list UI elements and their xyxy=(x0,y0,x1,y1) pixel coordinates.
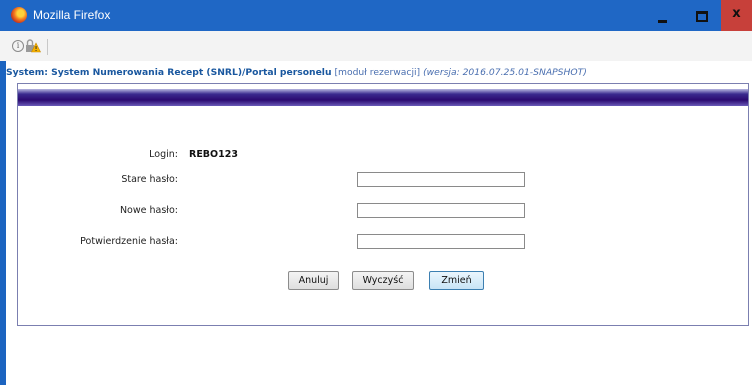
system-title: System: System Numerowania Recept (SNRL)… xyxy=(6,67,332,78)
old-password-label: Stare hasło: xyxy=(121,174,178,185)
window-title: Mozilla Firefox xyxy=(33,8,111,22)
login-value: REBO123 xyxy=(189,149,238,160)
window-titlebar: Mozilla Firefox x xyxy=(0,0,752,31)
close-button[interactable]: x xyxy=(721,0,752,31)
confirm-password-input[interactable] xyxy=(357,234,525,249)
confirm-password-label: Potwierdzenie hasła: xyxy=(80,236,178,247)
nav-separator xyxy=(47,39,48,55)
navigation-bar: i xyxy=(0,31,752,61)
panel-header-bar xyxy=(18,89,748,106)
minimize-button[interactable] xyxy=(643,0,682,31)
change-button[interactable]: Zmień xyxy=(429,271,484,290)
minimize-icon xyxy=(658,20,667,23)
lock-warning-icon[interactable] xyxy=(25,39,41,53)
cancel-button[interactable]: Anuluj xyxy=(288,271,339,290)
new-password-input[interactable] xyxy=(357,203,525,218)
new-password-label: Nowe hasło: xyxy=(119,205,178,216)
firefox-icon xyxy=(11,7,27,23)
login-label: Login: xyxy=(149,149,178,160)
module-label: [moduł rezerwacji] xyxy=(334,67,421,78)
maximize-icon xyxy=(696,11,708,22)
old-password-input[interactable] xyxy=(357,172,525,187)
info-icon[interactable]: i xyxy=(12,40,24,52)
clear-button[interactable]: Wyczyść xyxy=(352,271,414,290)
change-password-panel: Login: REBO123 Stare hasło: Nowe hasło: … xyxy=(17,83,749,326)
maximize-button[interactable] xyxy=(682,0,721,31)
system-header: System: System Numerowania Recept (SNRL)… xyxy=(6,67,752,78)
left-window-edge xyxy=(0,61,6,385)
page-content: System: System Numerowania Recept (SNRL)… xyxy=(0,61,752,385)
version-label: (wersja: 2016.07.25.01-SNAPSHOT) xyxy=(423,67,587,78)
close-icon: x xyxy=(732,6,741,21)
